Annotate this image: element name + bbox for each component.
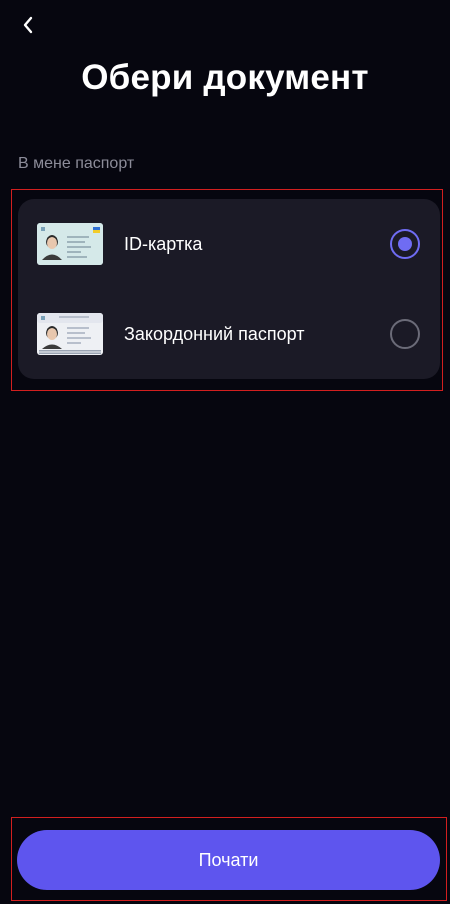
radio-button-unselected[interactable] xyxy=(390,319,420,349)
radio-button-selected[interactable] xyxy=(390,229,420,259)
option-foreign-passport[interactable]: Закордонний паспорт xyxy=(18,289,440,379)
chevron-left-icon xyxy=(21,14,35,41)
radio-dot xyxy=(398,237,412,251)
section-label: В мене паспорт xyxy=(18,155,135,172)
option-label: Закордонний паспорт xyxy=(124,324,305,344)
back-button[interactable] xyxy=(14,12,42,42)
page-title: Обери документ xyxy=(81,58,369,97)
id-card-icon xyxy=(37,223,103,265)
option-label: ID-картка xyxy=(124,234,203,254)
option-id-card[interactable]: ID-картка xyxy=(18,199,440,289)
document-options-card: ID-картка Закордонний паспорт xyxy=(18,199,440,379)
passport-icon xyxy=(37,313,103,355)
start-button[interactable]: Почати xyxy=(17,830,440,890)
